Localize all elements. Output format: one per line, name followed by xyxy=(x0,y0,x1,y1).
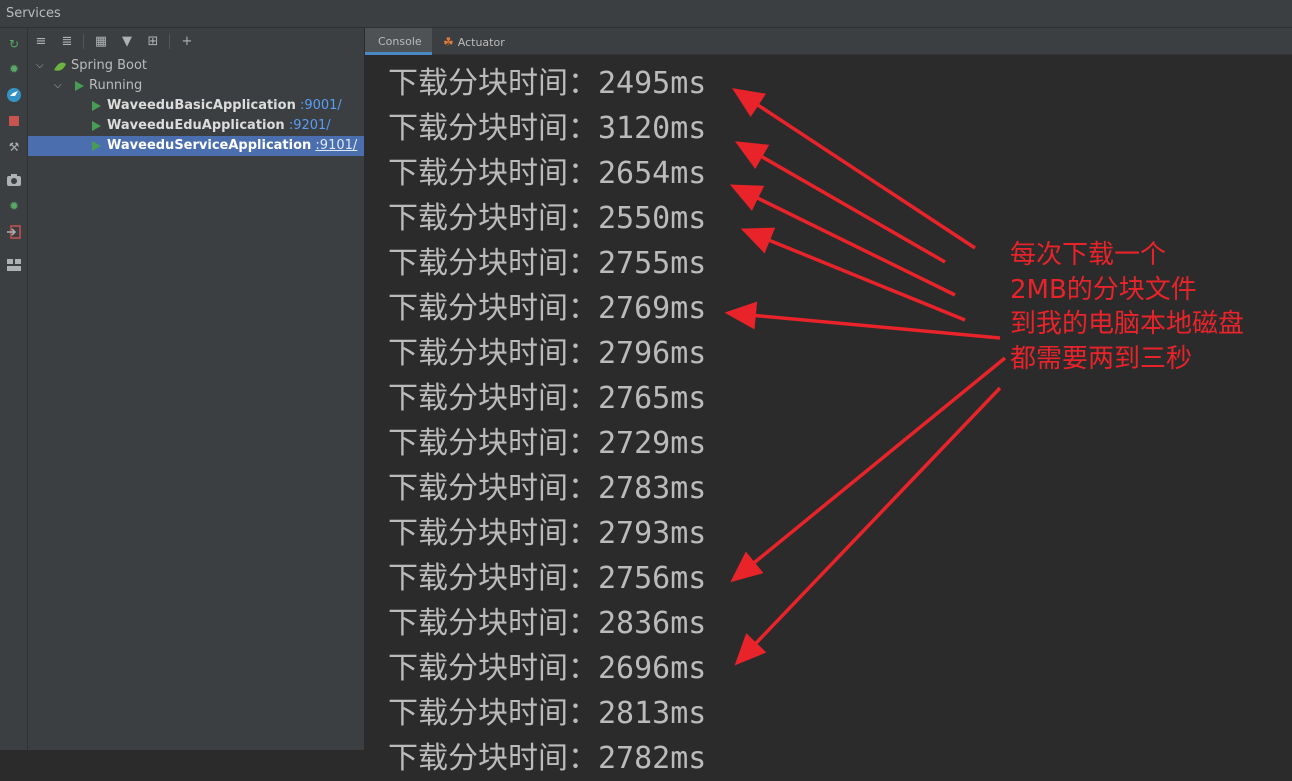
spring-boot-label: Spring Boot xyxy=(71,58,148,73)
tree-node-spring-boot[interactable]: ⌵ Spring Boot xyxy=(28,56,364,76)
app-entry: WaveeduBasicApplication :9001/ xyxy=(107,96,342,116)
app-entry: WaveeduServiceApplication :9101/ xyxy=(107,136,357,156)
tree-node-running[interactable]: ⌵ Running xyxy=(28,76,364,96)
run-icon xyxy=(75,81,84,91)
tree-toolbar: ≡ ≣ ▦ ▼ ⊞ + xyxy=(28,28,365,55)
services-tree-panel: ≡ ≣ ▦ ▼ ⊞ + ⌵ Spring Boot ⌵ Running Wave… xyxy=(28,28,365,750)
exit-icon[interactable] xyxy=(6,224,22,240)
console-line: 下载分块时间：2550ms xyxy=(388,201,707,236)
app-name: WaveeduBasicApplication xyxy=(107,98,296,113)
console-line: 下载分块时间：2783ms xyxy=(388,471,707,506)
debug-icon[interactable]: ✹ xyxy=(6,61,22,77)
filter-icon[interactable]: ▼ xyxy=(119,33,135,49)
tree-node-app-selected[interactable]: WaveeduServiceApplication :9101/ xyxy=(28,136,364,156)
run-icon xyxy=(92,121,101,131)
collapse-all-icon[interactable]: ≣ xyxy=(59,33,75,49)
stop-icon[interactable] xyxy=(6,113,22,129)
console-line: 下载分块时间：2765ms xyxy=(388,381,707,416)
tree-node-app[interactable]: WaveeduBasicApplication :9001/ xyxy=(28,96,364,116)
running-label: Running xyxy=(89,78,143,93)
console-line: 下载分块时间：2696ms xyxy=(388,651,707,686)
console-line: 下载分块时间：2756ms xyxy=(388,561,707,596)
chevron-down-icon[interactable]: ⌵ xyxy=(54,76,62,96)
console-line: 下载分块时间：2782ms xyxy=(388,741,707,776)
console-line: 下载分块时间：2729ms xyxy=(388,426,707,461)
tab-actuator-label: Actuator xyxy=(457,36,505,49)
console-line: 下载分块时间：2813ms xyxy=(388,696,707,731)
console-line: 下载分块时间：2793ms xyxy=(388,516,707,551)
app-name: WaveeduEduApplication xyxy=(107,118,285,133)
port-link[interactable]: :9101/ xyxy=(315,138,357,153)
app-name: WaveeduServiceApplication xyxy=(107,138,312,153)
left-toolstrip: ↻ ✹ ⚒ ✹ xyxy=(0,28,28,750)
console-line: 下载分块时间：2796ms xyxy=(388,336,707,371)
chevron-down-icon[interactable]: ⌵ xyxy=(36,56,44,76)
add-icon[interactable]: + xyxy=(179,33,195,49)
console-line: 下载分块时间：2495ms xyxy=(388,66,707,101)
tab-console-label: Console xyxy=(378,35,422,48)
console-line: 下载分块时间：2836ms xyxy=(388,606,707,641)
rerun-icon[interactable]: ↻ xyxy=(6,36,22,52)
screenshot-icon[interactable] xyxy=(6,172,22,188)
update-icon[interactable] xyxy=(6,87,22,103)
annotation-line: 2MB的分块文件 xyxy=(1010,274,1197,305)
expand-all-icon[interactable]: ≡ xyxy=(33,33,49,49)
tree-node-app[interactable]: WaveeduEduApplication :9201/ xyxy=(28,116,364,136)
toolbar-divider xyxy=(83,34,84,49)
window-title: Services xyxy=(6,6,61,21)
annotation-line: 到我的电脑本地磁盘 xyxy=(1010,309,1245,339)
console-line: 下载分块时间：2755ms xyxy=(388,246,707,281)
console-line: 下载分块时间：2769ms xyxy=(388,291,707,326)
debug-bug-icon[interactable]: ✹ xyxy=(6,198,22,214)
annotation-line: 每次下载一个 xyxy=(1010,240,1167,270)
run-icon xyxy=(92,141,101,151)
console-line: 下载分块时间：2654ms xyxy=(388,156,707,191)
settings-wrench-icon[interactable]: ⚒ xyxy=(6,139,22,155)
new-service-icon[interactable]: ⊞ xyxy=(145,33,161,49)
console-line: 下载分块时间：3120ms xyxy=(388,111,707,146)
layout-icon[interactable] xyxy=(6,257,22,273)
run-icon xyxy=(92,101,101,111)
tab-console[interactable]: Console xyxy=(365,28,432,55)
console-panel: Console ☘ Actuator 下载分块时间：2495ms 下载分块时间：3… xyxy=(365,28,1292,776)
window-title-bar: Services xyxy=(0,0,1292,28)
toolbar-divider xyxy=(169,34,170,49)
port-link[interactable]: :9201/ xyxy=(289,118,331,133)
tab-actuator[interactable]: ☘ Actuator xyxy=(443,28,523,55)
tab-bar: Console ☘ Actuator xyxy=(365,28,1292,55)
group-by-icon[interactable]: ▦ xyxy=(93,33,109,49)
annotation-line: 都需要两到三秒 xyxy=(1010,343,1193,374)
actuator-icon: ☘ xyxy=(443,35,454,49)
annotation-note: 每次下载一个 2MB的分块文件 到我的电脑本地磁盘 都需要两到三秒 xyxy=(1010,238,1290,376)
app-entry: WaveeduEduApplication :9201/ xyxy=(107,116,331,136)
port-link[interactable]: :9001/ xyxy=(300,98,342,113)
